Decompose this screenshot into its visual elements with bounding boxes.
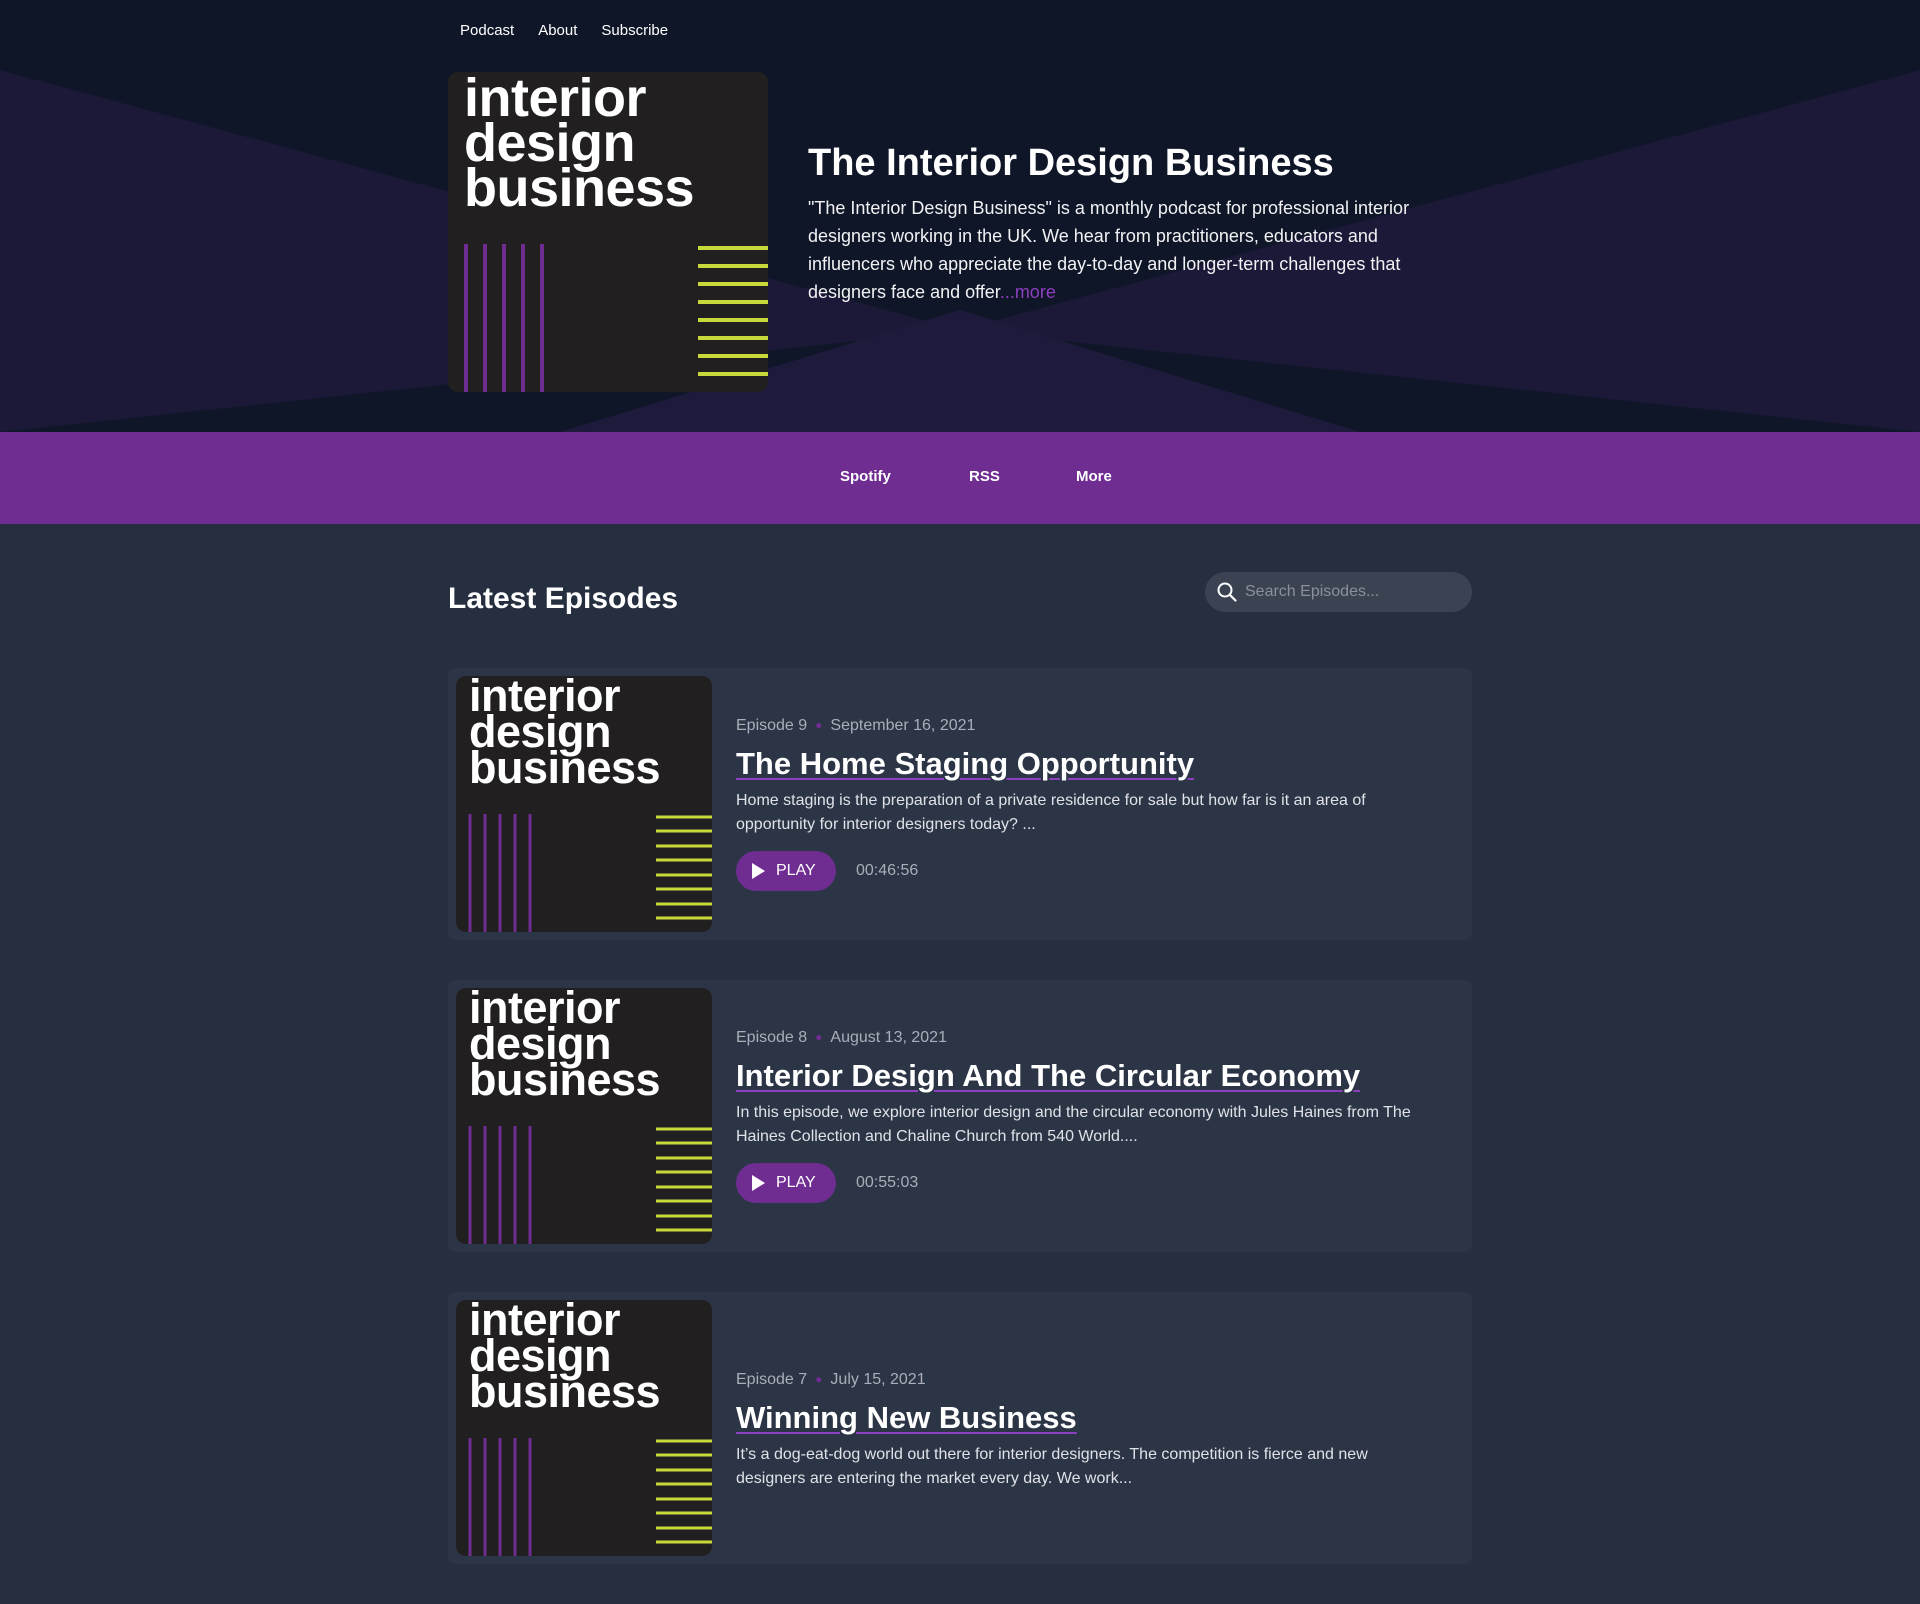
meta-separator-dot: ● [815, 1372, 823, 1386]
platform-links-bar: Spotify RSS More [0, 432, 1920, 524]
episode-duration: 00:46:56 [856, 862, 919, 879]
top-nav: Podcast About Subscribe [460, 22, 668, 39]
cover-title-text: interior design business [464, 72, 695, 218]
episode-duration: 00:55:03 [856, 1174, 919, 1191]
podcast-info: The Interior Design Business "The Interi… [808, 140, 1468, 306]
podcast-description: "The Interior Design Business" is a mont… [808, 194, 1468, 306]
episode-description: Home staging is the preparation of a pri… [736, 792, 1366, 833]
nav-link-podcast[interactable]: Podcast [460, 22, 514, 39]
more-link[interactable]: ...more [1000, 282, 1056, 302]
meta-separator-dot: ● [815, 718, 823, 732]
spotify-link[interactable]: Spotify [840, 468, 891, 485]
play-button[interactable]: PLAY [736, 851, 836, 891]
episode-details: Episode 9 ● September 16, 2021 The Home St… [736, 714, 1436, 891]
episode-cover-art: interior design business [456, 988, 712, 1244]
episode-card: interior design business Episode 9 ● Septe… [448, 668, 1472, 940]
episode-date: August 13, 2021 [830, 1029, 947, 1046]
episode-card: interior design business Episode 7 ● July … [448, 1292, 1472, 1564]
cover-title-text: interior design business [469, 988, 661, 1105]
latest-episodes-heading: Latest Episodes [448, 582, 679, 615]
episode-meta: Episode 8 ● August 13, 2021 [736, 1026, 1436, 1049]
nav-link-about[interactable]: About [538, 22, 577, 39]
episode-number: Episode 8 [736, 1029, 808, 1046]
episode-actions: PLAY 00:46:56 [736, 851, 1436, 891]
play-label: PLAY [776, 1174, 816, 1191]
episode-actions: PLAY 00:55:03 [736, 1163, 1436, 1203]
search-icon [1217, 582, 1237, 602]
episode-title-link[interactable]: Interior Design And The Circular Economy [736, 1057, 1360, 1095]
rss-link[interactable]: RSS [969, 468, 1000, 485]
episode-title-link[interactable]: Winning New Business [736, 1399, 1077, 1437]
episode-title-link[interactable]: The Home Staging Opportunity [736, 745, 1194, 783]
cover-title-text: interior design business [469, 1300, 661, 1417]
podcast-description-text: "The Interior Design Business" is a mont… [808, 198, 1410, 302]
episode-details: Episode 7 ● July 15, 2021 Winning New Busi… [736, 1368, 1436, 1491]
episode-details: Episode 8 ● August 13, 2021 Interior Desig… [736, 1026, 1436, 1203]
nav-link-subscribe[interactable]: Subscribe [601, 22, 668, 39]
episode-meta: Episode 9 ● September 16, 2021 [736, 714, 1436, 737]
play-button[interactable]: PLAY [736, 1163, 836, 1203]
hero-header: Podcast About Subscribe interior design … [0, 0, 1920, 432]
cover-title-text: interior design business [469, 676, 661, 793]
episode-number: Episode 7 [736, 1371, 808, 1388]
episode-date: September 16, 2021 [830, 717, 976, 734]
episode-search [1205, 572, 1472, 612]
episode-number: Episode 9 [736, 717, 808, 734]
episode-card: interior design business Episode 8 ● Augus… [448, 980, 1472, 1252]
play-label: PLAY [776, 862, 816, 879]
play-icon [752, 863, 765, 879]
podcast-title: The Interior Design Business [808, 142, 1334, 184]
episode-description: In this episode, we explore interior des… [736, 1104, 1411, 1145]
meta-separator-dot: ● [815, 1030, 823, 1044]
episode-description: It’s a dog-eat-dog world out there for i… [736, 1446, 1368, 1487]
episode-meta: Episode 7 ● July 15, 2021 [736, 1368, 1436, 1391]
episode-cover-art: interior design business [456, 1300, 712, 1556]
play-icon [752, 1175, 765, 1191]
podcast-cover-art: interior design business [448, 72, 768, 392]
episode-cover-art: interior design business [456, 676, 712, 932]
search-input[interactable] [1245, 572, 1465, 612]
more-platforms-link[interactable]: More [1076, 468, 1112, 485]
episode-date: July 15, 2021 [830, 1371, 926, 1388]
